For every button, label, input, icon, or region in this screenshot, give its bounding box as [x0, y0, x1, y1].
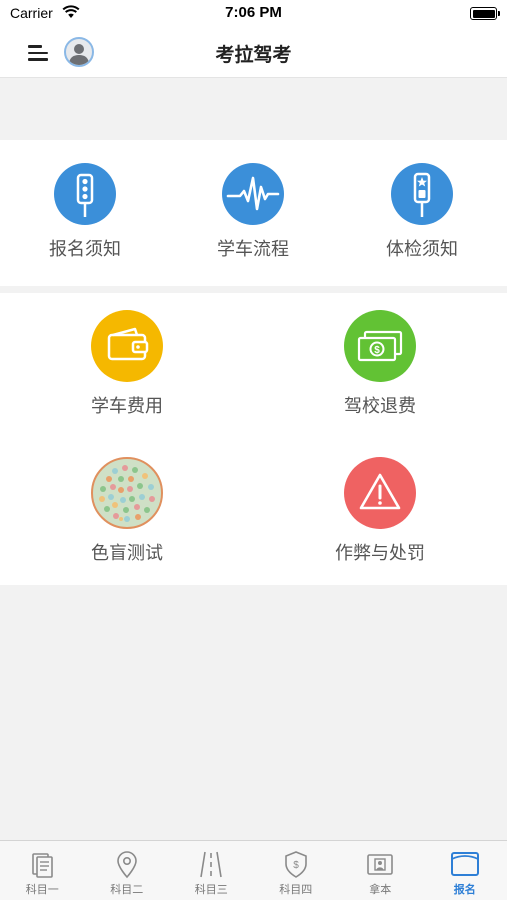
license-icon — [367, 854, 394, 875]
signal-icon — [391, 163, 453, 225]
item-school-refund[interactable]: $ 驾校退费 — [335, 310, 425, 418]
battery-icon — [470, 7, 500, 20]
item-label: 体检须知 — [386, 239, 458, 260]
location-pin-icon — [116, 851, 137, 879]
tab-label: 科目二 — [110, 883, 144, 896]
tab-label: 科目一 — [25, 883, 59, 896]
status-time: 7:06 PM — [225, 4, 282, 21]
item-registration-notice[interactable]: 报名须知 — [45, 163, 125, 261]
tab-get-license[interactable]: 拿本 — [338, 841, 423, 900]
nav-bar: 考拉驾考 — [0, 28, 507, 78]
item-color-blind-test[interactable]: 色盲测试 — [82, 457, 172, 565]
warning-icon — [344, 457, 416, 529]
status-bar: Carrier 7:06 PM — [0, 0, 507, 28]
tab-subject-four[interactable]: $ 科目四 — [254, 841, 339, 900]
item-learning-process[interactable]: 学车流程 — [213, 163, 293, 261]
item-cheating-penalty[interactable]: 作弊与处罚 — [326, 457, 434, 565]
svg-text:$: $ — [374, 345, 380, 356]
item-label: 学车费用 — [91, 396, 163, 417]
shield-icon: $ — [284, 851, 307, 878]
tab-subject-three[interactable]: 科目三 — [169, 841, 254, 900]
tab-registration[interactable]: 报名 — [423, 841, 507, 900]
tab-subject-two[interactable]: 科目二 — [85, 841, 170, 900]
money-icon: $ — [344, 310, 416, 382]
item-physical-exam-notice[interactable]: 体检须知 — [382, 163, 462, 261]
tab-label: 科目四 — [279, 883, 313, 896]
guide-section: 学车费用 $ 驾校退费 色盲测试 作弊与处罚 — [0, 293, 507, 585]
item-label: 报名须知 — [49, 239, 121, 260]
wallet-icon — [91, 310, 163, 382]
card-icon — [450, 852, 479, 876]
color-blind-test-icon — [91, 457, 163, 529]
page-title: 考拉驾考 — [215, 44, 292, 66]
tab-label: 报名 — [453, 883, 476, 896]
document-icon — [32, 853, 54, 878]
tab-label: 拿本 — [369, 883, 392, 896]
svg-text:$: $ — [293, 860, 299, 871]
item-label: 学车流程 — [217, 239, 289, 260]
tab-bar: 科目一 科目二 科目三 $ 科目四 拿本 报名 — [0, 840, 507, 900]
traffic-light-icon — [54, 163, 116, 225]
item-label: 驾校退费 — [344, 396, 416, 417]
item-label: 色盲测试 — [91, 543, 163, 564]
tab-subject-one[interactable]: 科目一 — [0, 841, 85, 900]
heartbeat-icon — [222, 163, 284, 225]
item-learning-cost[interactable]: 学车费用 — [82, 310, 172, 418]
road-icon — [200, 851, 223, 878]
item-label: 作弊与处罚 — [335, 543, 425, 564]
tab-label: 科目三 — [194, 883, 228, 896]
info-section: 报名须知 学车流程 体检须知 — [0, 140, 507, 286]
